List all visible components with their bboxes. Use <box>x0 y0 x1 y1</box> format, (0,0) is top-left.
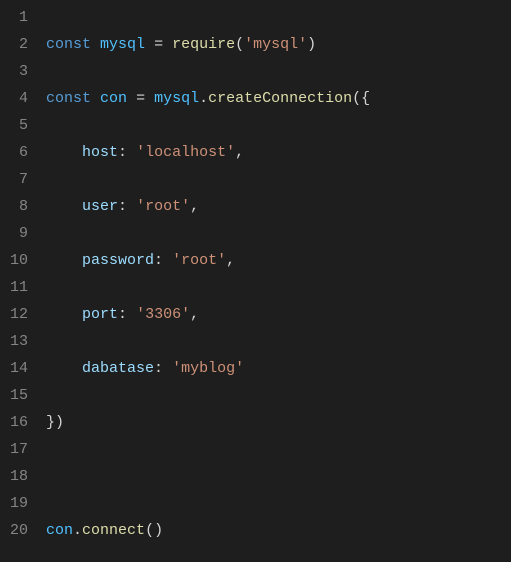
line-number: 11 <box>10 274 28 301</box>
line-number: 12 <box>10 301 28 328</box>
code-line[interactable]: user: 'root', <box>46 193 511 220</box>
line-number: 16 <box>10 409 28 436</box>
line-number-gutter: 1 2 3 4 5 6 7 8 9 10 11 12 13 14 15 16 1… <box>0 0 42 562</box>
code-line[interactable]: port: '3306', <box>46 301 511 328</box>
line-number: 4 <box>10 85 28 112</box>
line-number: 8 <box>10 193 28 220</box>
line-number: 7 <box>10 166 28 193</box>
line-number: 13 <box>10 328 28 355</box>
line-number: 15 <box>10 382 28 409</box>
line-number: 5 <box>10 112 28 139</box>
line-number: 19 <box>10 490 28 517</box>
line-number: 10 <box>10 247 28 274</box>
code-line[interactable]: password: 'root', <box>46 247 511 274</box>
line-number: 2 <box>10 31 28 58</box>
code-editor[interactable]: 1 2 3 4 5 6 7 8 9 10 11 12 13 14 15 16 1… <box>0 0 511 562</box>
line-number: 9 <box>10 220 28 247</box>
line-number: 3 <box>10 58 28 85</box>
code-area[interactable]: const mysql = require('mysql') const con… <box>42 0 511 562</box>
line-number: 1 <box>10 4 28 31</box>
code-line[interactable] <box>46 463 511 490</box>
code-line[interactable]: const mysql = require('mysql') <box>46 31 511 58</box>
code-line[interactable]: con.connect() <box>46 517 511 544</box>
code-line[interactable]: const con = mysql.createConnection({ <box>46 85 511 112</box>
line-number: 6 <box>10 139 28 166</box>
code-line[interactable]: host: 'localhost', <box>46 139 511 166</box>
line-number: 17 <box>10 436 28 463</box>
line-number: 20 <box>10 517 28 544</box>
code-line[interactable]: dabatase: 'myblog' <box>46 355 511 382</box>
line-number: 14 <box>10 355 28 382</box>
line-number: 18 <box>10 463 28 490</box>
code-line[interactable]: }) <box>46 409 511 436</box>
